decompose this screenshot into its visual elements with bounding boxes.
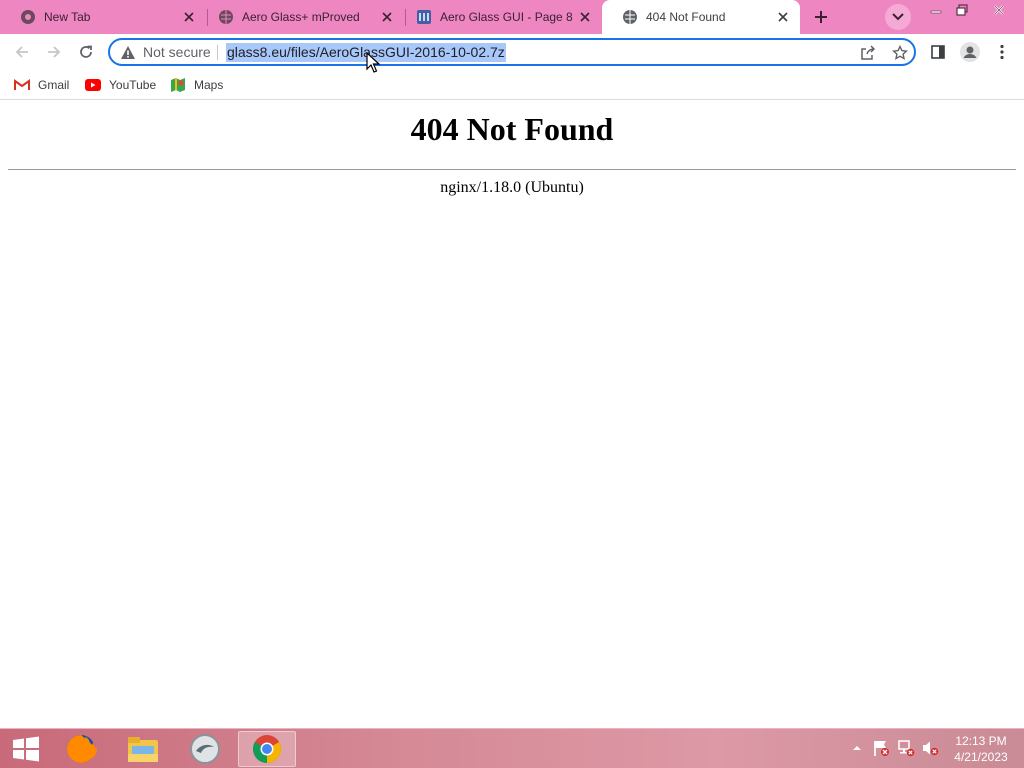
maps-icon — [170, 77, 186, 93]
back-button[interactable] — [8, 38, 36, 66]
file-explorer-icon — [128, 737, 158, 762]
close-icon[interactable] — [576, 8, 594, 26]
taskbar-firefox[interactable] — [52, 731, 110, 767]
tab-search-button[interactable] — [885, 4, 911, 30]
clock-date: 4/21/2023 — [954, 750, 1008, 764]
security-chip[interactable]: Not secure — [143, 44, 211, 60]
taskbar-file-explorer[interactable] — [114, 731, 172, 767]
bookmark-label: Gmail — [38, 78, 70, 92]
clock-time: 12:13 PM — [955, 734, 1007, 748]
start-button[interactable] — [6, 733, 46, 765]
kebab-menu-icon — [1000, 44, 1004, 60]
youtube-icon — [85, 77, 101, 93]
taskbar-chrome[interactable] — [238, 731, 296, 767]
page-title: 404 Not Found — [410, 111, 614, 147]
mouse-cursor-icon — [366, 52, 380, 73]
taskbar-app[interactable] — [176, 731, 234, 767]
tab-title: New Tab — [44, 10, 91, 24]
show-hidden-icons-button[interactable] — [846, 737, 868, 759]
bookmark-star-icon[interactable] — [890, 43, 910, 63]
address-bar[interactable]: Not secure glass8.eu/files/AeroGlassGUI-… — [108, 38, 916, 66]
chrome-icon — [253, 735, 281, 763]
tab-new-tab[interactable]: New Tab — [0, 0, 206, 34]
tab-aero-glass-gui[interactable]: Aero Glass GUI - Page 8 — [396, 0, 602, 34]
globe-icon — [218, 9, 234, 25]
new-tab-button[interactable] — [808, 4, 834, 30]
avatar-icon — [960, 42, 980, 62]
minimize-icon — [930, 10, 942, 14]
chevron-down-icon — [892, 13, 904, 21]
firefox-icon — [67, 735, 97, 763]
gmail-icon — [14, 77, 30, 93]
arrow-right-icon — [48, 46, 61, 58]
reload-icon — [80, 45, 92, 58]
bookmark-gmail[interactable]: Gmail — [14, 76, 69, 94]
forward-button[interactable] — [40, 38, 68, 66]
close-icon — [994, 5, 1004, 15]
globe-icon — [622, 9, 638, 25]
tab-404-not-found[interactable]: 404 Not Found — [602, 0, 800, 34]
chrome-icon — [20, 9, 36, 25]
windows-logo-icon — [13, 736, 39, 762]
profile-button[interactable] — [956, 38, 984, 66]
close-icon[interactable] — [378, 8, 396, 26]
tab-title: Aero Glass+ mProved — [242, 10, 360, 24]
divider — [8, 169, 1016, 170]
plus-icon — [815, 11, 827, 23]
volume-muted-icon[interactable] — [919, 737, 941, 759]
side-panel-button[interactable] — [924, 38, 952, 66]
close-window-button[interactable] — [978, 1, 1020, 19]
tab-title: 404 Not Found — [646, 10, 726, 24]
network-icon[interactable] — [895, 737, 917, 759]
side-panel-icon — [931, 45, 945, 59]
server-signature: nginx/1.18.0 (Ubuntu) — [440, 179, 584, 196]
close-icon[interactable] — [180, 8, 198, 26]
browser-toolbar: Not secure glass8.eu/files/AeroGlassGUI-… — [0, 34, 1024, 70]
menu-button[interactable] — [988, 38, 1016, 66]
bookmark-label: YouTube — [109, 78, 157, 92]
forum-icon — [416, 9, 432, 25]
restore-button[interactable] — [950, 1, 974, 19]
action-center-icon[interactable] — [870, 737, 892, 759]
tab-title: Aero Glass GUI - Page 8 — [440, 10, 573, 24]
reload-button[interactable] — [72, 38, 100, 66]
bookmark-label: Maps — [194, 78, 224, 92]
bookmark-maps[interactable]: Maps — [170, 76, 223, 94]
chevron-up-icon — [853, 746, 861, 750]
page-content: 404 Not Found nginx/1.18.0 (Ubuntu) — [0, 101, 1024, 728]
bookmarks-bar: Gmail YouTube Maps — [0, 70, 1024, 100]
restore-icon — [956, 4, 968, 16]
tab-strip: New Tab Aero Glass+ mProved Aero Glass G… — [0, 0, 1024, 34]
app-icon — [190, 734, 220, 764]
minimize-button[interactable] — [924, 1, 948, 19]
warning-icon — [121, 46, 135, 59]
share-icon[interactable] — [858, 43, 878, 63]
close-icon[interactable] — [774, 8, 792, 26]
arrow-left-icon — [15, 46, 28, 58]
bookmark-youtube[interactable]: YouTube — [85, 76, 156, 94]
taskbar: 12:13 PM 4/21/2023 — [0, 728, 1024, 768]
tab-aero-glass-mproved[interactable]: Aero Glass+ mProved — [198, 0, 404, 34]
system-clock[interactable]: 12:13 PM 4/21/2023 — [948, 733, 1014, 765]
divider — [217, 45, 218, 60]
